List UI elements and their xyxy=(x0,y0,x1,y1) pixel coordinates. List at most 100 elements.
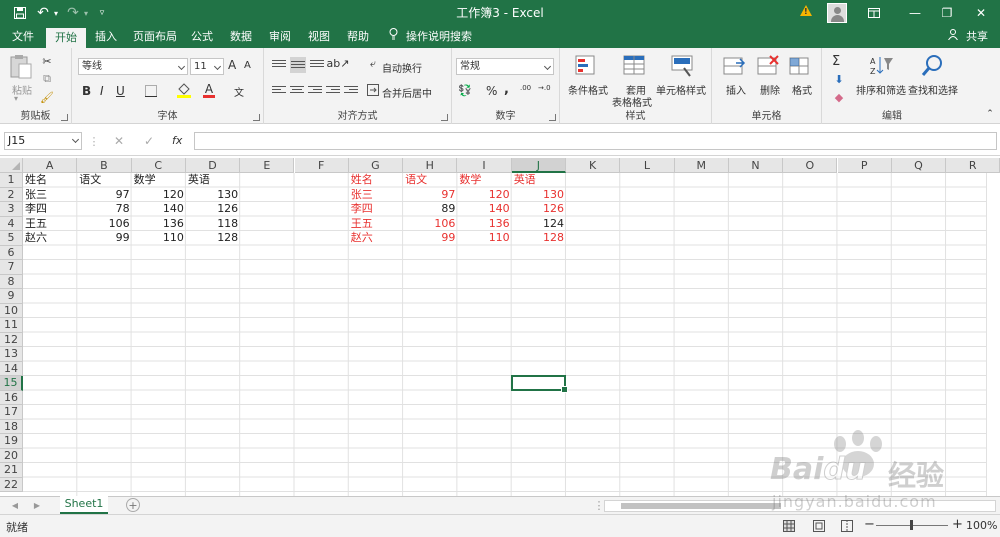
zoom-slider-knob[interactable] xyxy=(910,520,913,530)
increase-decimal-button[interactable]: .00 xyxy=(520,84,531,92)
find-select-button[interactable]: 查找和选择 xyxy=(908,82,958,97)
red-data-cell[interactable]: 126 xyxy=(512,202,566,216)
column-header-n[interactable]: N xyxy=(728,158,784,173)
align-left-icon[interactable] xyxy=(272,84,286,96)
lightbulb-icon[interactable] xyxy=(386,26,400,48)
data-cell[interactable]: 78 xyxy=(77,202,131,216)
data-cell[interactable]: 136 xyxy=(132,217,186,231)
column-header-f[interactable]: F xyxy=(294,158,349,173)
zoom-level[interactable]: 100% xyxy=(966,519,997,532)
tab-split-icon[interactable]: ⋮ xyxy=(594,499,605,512)
zoom-out-button[interactable]: − xyxy=(864,517,875,532)
page-break-view-icon[interactable] xyxy=(840,519,854,533)
font-launcher-icon[interactable] xyxy=(253,114,260,121)
delete-cells-icon[interactable] xyxy=(756,54,782,78)
red-data-cell[interactable]: 136 xyxy=(457,217,511,231)
data-cell[interactable]: 106 xyxy=(77,217,131,231)
red-data-cell[interactable]: 110 xyxy=(457,231,511,245)
horizontal-scroll-thumb[interactable] xyxy=(621,503,781,509)
header-cell[interactable]: 数学 xyxy=(132,173,186,187)
column-header-j[interactable]: J xyxy=(511,158,566,173)
insert-function-button[interactable]: fx xyxy=(172,134,182,147)
row-header-18[interactable]: 18 xyxy=(0,419,23,434)
red-data-cell[interactable]: 张三 xyxy=(349,188,403,202)
sort-filter-icon[interactable]: AZ xyxy=(868,54,894,78)
decrease-indent-icon[interactable] xyxy=(326,84,340,96)
redo-dropdown-icon[interactable]: ▾ xyxy=(82,0,90,26)
column-header-o[interactable]: O xyxy=(783,158,838,173)
prev-sheet-icon[interactable]: ◀ xyxy=(10,499,20,511)
orientation-icon[interactable]: ab↗ xyxy=(327,56,350,70)
share-person-icon[interactable] xyxy=(946,26,960,48)
header-cell[interactable]: 英语 xyxy=(186,173,240,187)
column-header-i[interactable]: I xyxy=(457,158,512,173)
data-cell[interactable]: 118 xyxy=(186,217,240,231)
bold-button[interactable]: B xyxy=(82,84,91,98)
red-data-cell[interactable]: 120 xyxy=(457,188,511,202)
new-sheet-button[interactable]: + xyxy=(126,498,140,512)
cell-area[interactable]: 姓名 语文 数学 英语 张三 97 120 130 李四 78 140 126 王五 106 136 118 赵… xyxy=(23,173,1000,496)
tab-home[interactable]: 开始 xyxy=(46,28,86,48)
minimize-icon[interactable]: — xyxy=(900,0,930,26)
red-header-cell[interactable]: 数学 xyxy=(457,173,511,187)
column-header-e[interactable]: E xyxy=(240,158,295,173)
column-header-m[interactable]: M xyxy=(674,158,729,173)
restore-icon[interactable]: ❐ xyxy=(932,0,962,26)
number-format-select[interactable]: 常规 xyxy=(456,58,554,75)
row-header-16[interactable]: 16 xyxy=(0,390,23,405)
tab-insert[interactable]: 插入 xyxy=(90,26,122,48)
tab-file[interactable]: 文件 xyxy=(8,26,38,48)
number-launcher-icon[interactable] xyxy=(549,114,556,121)
share-button[interactable]: 共享 xyxy=(962,26,992,48)
column-header-g[interactable]: G xyxy=(348,158,404,173)
row-header-1[interactable]: 1 xyxy=(0,173,23,188)
row-header-5[interactable]: 5 xyxy=(0,231,23,246)
row-header-9[interactable]: 9 xyxy=(0,289,23,304)
cancel-formula-button[interactable]: ✕ xyxy=(114,134,124,148)
undo-icon[interactable]: ↶ xyxy=(34,0,52,26)
format-cells-icon[interactable] xyxy=(788,54,814,78)
fill-icon[interactable]: ⬇ xyxy=(832,72,846,86)
wrap-text-icon[interactable]: ⤶ xyxy=(366,57,380,71)
red-data-cell[interactable]: 赵六 xyxy=(349,231,403,245)
name-box[interactable]: J15 xyxy=(4,132,82,150)
column-header-k[interactable]: K xyxy=(566,158,621,173)
active-cell-selection[interactable] xyxy=(510,375,569,392)
conditional-format-icon[interactable] xyxy=(574,54,600,78)
row-header-3[interactable]: 3 xyxy=(0,202,23,217)
red-data-cell[interactable]: 124 xyxy=(512,217,566,231)
data-cell[interactable]: 140 xyxy=(132,202,186,216)
italic-button[interactable]: I xyxy=(100,84,104,98)
row-header-13[interactable]: 13 xyxy=(0,347,23,362)
normal-view-icon[interactable] xyxy=(782,519,796,533)
undo-dropdown-icon[interactable]: ▾ xyxy=(52,0,60,26)
align-top-icon[interactable] xyxy=(272,58,286,70)
tab-help[interactable]: 帮助 xyxy=(342,26,374,48)
row-header-8[interactable]: 8 xyxy=(0,274,23,289)
row-header-17[interactable]: 17 xyxy=(0,405,23,420)
row-header-19[interactable]: 19 xyxy=(0,434,23,449)
row-header-11[interactable]: 11 xyxy=(0,318,23,333)
page-layout-view-icon[interactable] xyxy=(812,519,826,533)
data-cell[interactable]: 126 xyxy=(186,202,240,216)
header-cell[interactable]: 姓名 xyxy=(23,173,77,187)
grow-font-button[interactable]: A xyxy=(228,58,236,72)
avatar[interactable] xyxy=(827,3,847,23)
font-color-icon[interactable]: A xyxy=(202,83,216,99)
data-cell[interactable]: 110 xyxy=(132,231,186,245)
format-painter-icon[interactable]: 🖌 xyxy=(40,90,54,104)
row-header-21[interactable]: 21 xyxy=(0,463,23,478)
row-header-10[interactable]: 10 xyxy=(0,303,23,318)
column-header-d[interactable]: D xyxy=(185,158,241,173)
enter-formula-button[interactable]: ✓ xyxy=(144,134,154,148)
data-cell[interactable]: 99 xyxy=(77,231,131,245)
format-as-table-icon[interactable] xyxy=(622,54,648,78)
decrease-decimal-button[interactable]: →.0 xyxy=(538,84,551,92)
insert-cells-icon[interactable] xyxy=(722,54,748,78)
copy-icon[interactable]: ⧉ xyxy=(40,72,54,86)
autosum-button[interactable]: Σ xyxy=(832,54,840,69)
data-cell[interactable]: 130 xyxy=(186,188,240,202)
red-data-cell[interactable]: 李四 xyxy=(349,202,403,216)
column-header-c[interactable]: C xyxy=(131,158,186,173)
shrink-font-button[interactable]: A xyxy=(244,60,251,71)
